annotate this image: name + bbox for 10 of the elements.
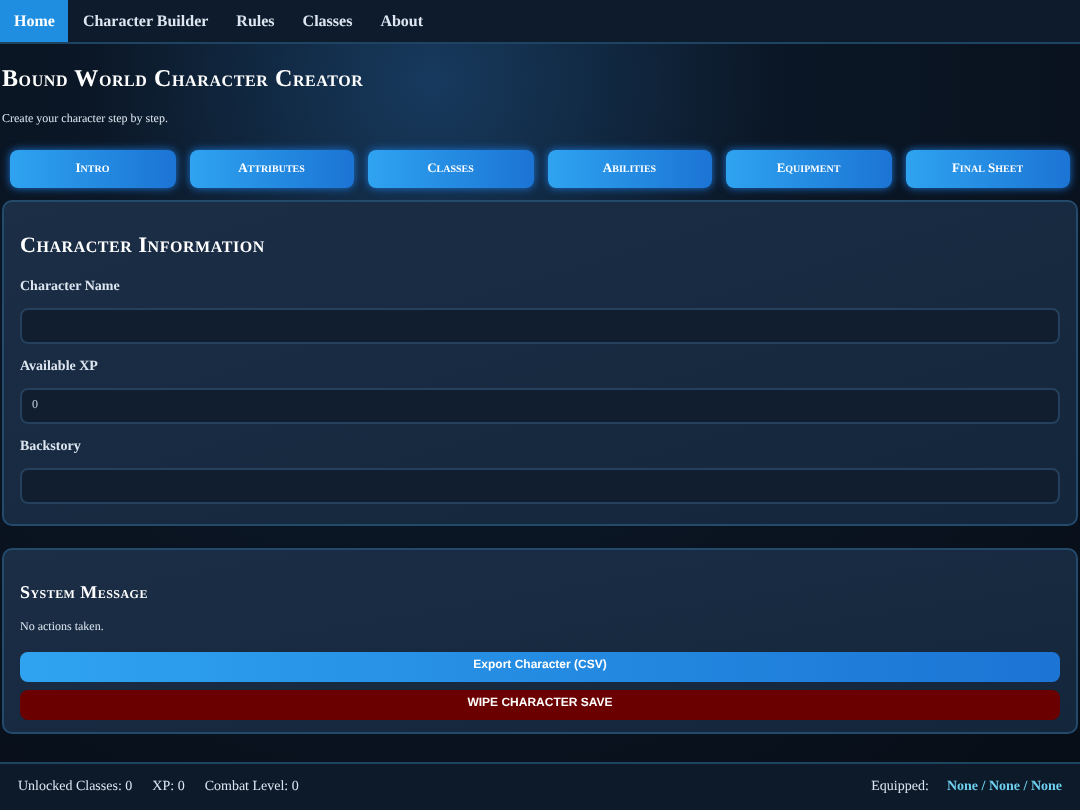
section-title: Character Information <box>20 236 267 258</box>
nav-link[interactable]: Classes <box>288 0 367 42</box>
input-field[interactable] <box>20 308 1060 344</box>
input-field[interactable] <box>20 468 1060 504</box>
section-title: System Message <box>20 584 150 602</box>
nav-link[interactable]: Character Builder <box>68 0 223 42</box>
nav-link[interactable]: Rules <box>222 0 289 42</box>
page-title: Bound World Character Creator <box>2 66 366 90</box>
nav-link[interactable]: About <box>366 0 438 42</box>
nav-link[interactable]: Home <box>0 0 69 42</box>
